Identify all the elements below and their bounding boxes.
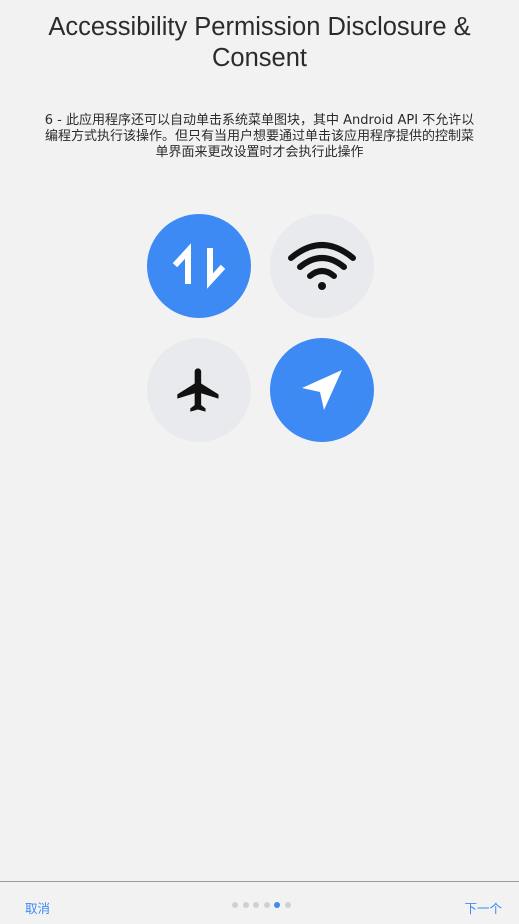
page-indicator bbox=[232, 902, 291, 908]
location-tile[interactable] bbox=[270, 338, 374, 442]
page-dot bbox=[242, 902, 249, 908]
wifi-icon bbox=[288, 242, 356, 290]
wifi-tile[interactable] bbox=[270, 214, 374, 318]
page-dot bbox=[253, 902, 260, 908]
page-title: Accessibility Permission Disclosure & Co… bbox=[48, 13, 471, 72]
location-icon bbox=[302, 370, 342, 410]
mobile-data-icon bbox=[172, 243, 226, 289]
page-dot bbox=[232, 902, 238, 908]
page-dot bbox=[284, 902, 291, 908]
cancel-button[interactable]: 取消 bbox=[25, 898, 50, 917]
page-dot-active bbox=[274, 902, 281, 908]
bottom-bar: 取消 下一个 bbox=[0, 881, 519, 924]
mobile-data-tile[interactable] bbox=[147, 214, 251, 318]
airplane-mode-tile[interactable] bbox=[147, 338, 251, 442]
next-button[interactable]: 下一个 bbox=[464, 898, 502, 917]
page-dot bbox=[263, 902, 270, 908]
airplane-icon bbox=[177, 368, 219, 412]
disclosure-text: 6 - 此应用程序还可以自动单击系统菜单图块，其中 Android API 不允… bbox=[44, 113, 475, 160]
